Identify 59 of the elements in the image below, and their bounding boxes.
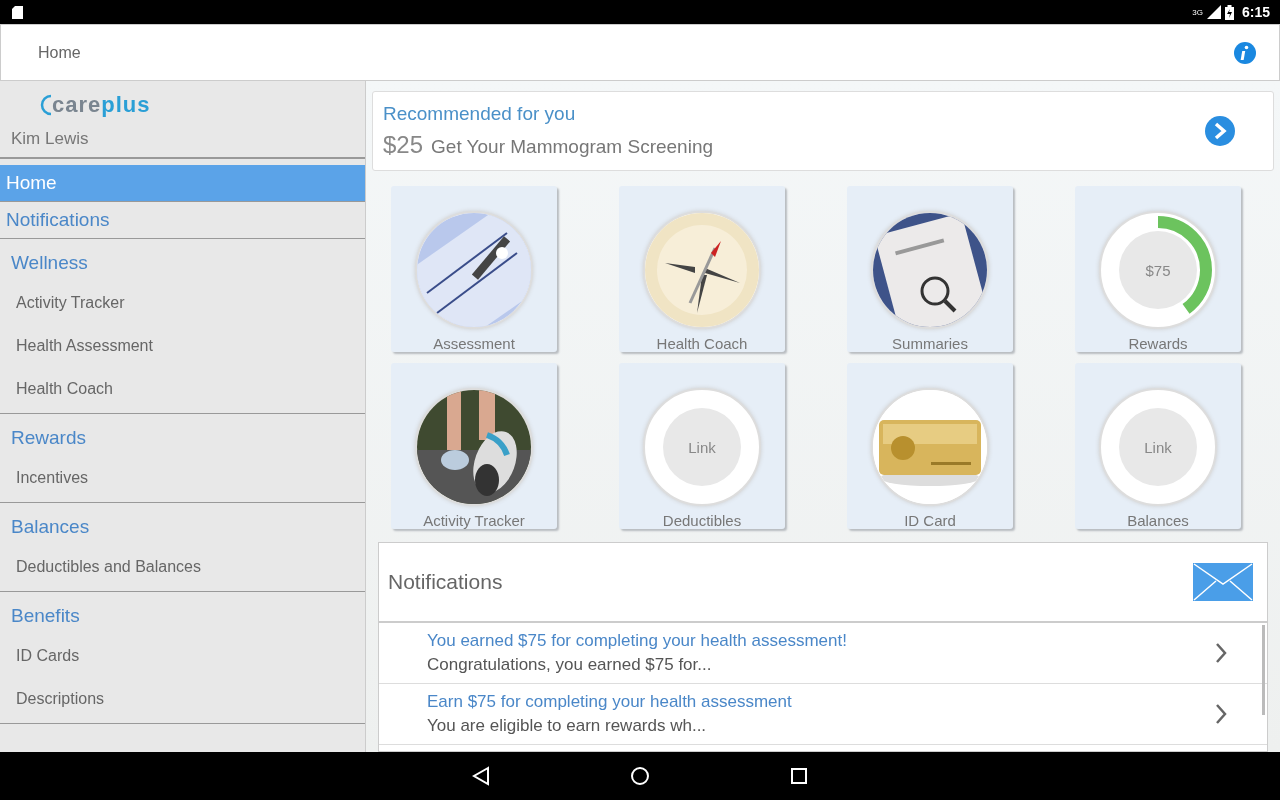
logo: careplus [52,92,151,118]
tile-label: Assessment [433,335,515,352]
tile-label: Rewards [1128,335,1188,352]
page-title: Home [38,43,81,62]
chevron-circle-icon[interactable] [1205,116,1235,146]
sidebar-item[interactable]: Health Assessment [0,325,365,368]
tile-label: Balances [1127,512,1189,529]
back-icon[interactable] [472,766,490,786]
sidebar-item[interactable]: Deductibles and Balances [0,546,365,589]
tile-label: Summaries [892,335,968,352]
recommendation-title: Recommended for you [383,103,577,125]
link-label: Link [688,438,716,456]
tile-label: ID Card [904,512,956,529]
sidebar-item[interactable]: Health Coach [0,368,365,411]
home-icon[interactable] [630,766,650,786]
sidebar-item[interactable]: Activity Tracker [0,282,365,325]
notification-row[interactable]: Earn $75 for completing your health assessment You are eligible to earn rewards wh... [379,684,1267,745]
envelope-icon[interactable] [1193,563,1253,601]
link-label: Link [1144,438,1172,456]
tile[interactable]: Link Balances [1075,363,1241,529]
user-name: Kim Lewis [0,119,365,159]
tile[interactable]: Assessment [391,186,557,352]
notification-text: You are eligible to earn rewards wh... [427,716,708,736]
sidebar-section[interactable]: Wellness [0,239,365,282]
tile[interactable]: Health Coach [619,186,785,352]
recents-icon[interactable] [790,767,808,785]
sidebar-item[interactable]: Incentives [0,457,365,500]
tile[interactable]: Summaries [847,186,1013,352]
notification-title: You earned $75 for completing your health assessment! [427,631,848,651]
reward-amount: $75 [1145,261,1171,279]
sidebar-item[interactable]: Home [0,165,365,202]
info-icon[interactable] [1233,40,1257,65]
tile[interactable]: Activity Tracker [391,363,557,529]
panel-title: Notifications [388,570,504,594]
logo-icon [40,94,52,116]
network-type: 3G [1192,8,1203,17]
tile[interactable]: Link Deductibles [619,363,785,529]
sidebar-item[interactable]: Descriptions [0,678,365,721]
chevron-right-icon [1215,642,1227,664]
tile-label: Activity Tracker [423,512,525,529]
sidebar-section[interactable]: Balances [0,503,365,546]
notification-text: Congratulations, you earned $75 for... [427,655,713,675]
sidebar-section[interactable]: Rewards [0,414,365,457]
chevron-right-icon [1215,703,1227,725]
sidebar-section[interactable]: Benefits [0,592,365,635]
tile[interactable]: $75 Rewards [1075,186,1241,352]
sidebar-item[interactable]: Notifications [0,202,365,239]
tile-label: Health Coach [656,335,748,352]
battery-icon [1224,4,1234,20]
tile-label: Deductibles [662,512,742,529]
sd-card-icon [12,5,23,19]
recommendation-text: Get Your Mammogram Screening [431,136,713,158]
notification-title: Earn $75 for completing your health assessment [427,692,793,712]
reward-amount: $25 [383,131,424,159]
sidebar-item[interactable]: ID Cards [0,635,365,678]
tile[interactable]: ID Card [847,363,1013,529]
recommendation-card[interactable]: Recommended for you $25 Get Your Mammogram Screening [372,91,1274,171]
clock: 6:15 [1241,4,1270,20]
signal-icon [1206,5,1221,19]
